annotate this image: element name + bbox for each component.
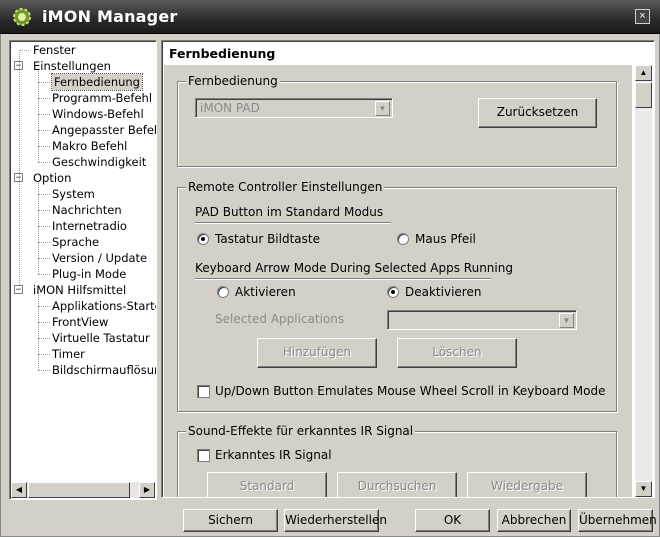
browse-button[interactable]: Durchsuchen (337, 472, 457, 497)
tree-connector (38, 71, 39, 162)
ir-signal-label[interactable]: Erkanntes IR Signal (215, 448, 332, 462)
tree-connector (38, 98, 50, 99)
add-button[interactable]: Hinzufügen (257, 338, 377, 368)
pad-section-divider (195, 222, 391, 223)
tree-connector (38, 338, 50, 339)
tree-connector (38, 258, 50, 259)
tree-connector (38, 295, 39, 370)
tree-item-fenster[interactable]: Fenster (33, 42, 76, 58)
tree-connector (38, 226, 50, 227)
radio-keyboard-label[interactable]: Tastatur Bildtaste (215, 232, 320, 246)
tree-content: Fenster Einstellungen − Fernbedienung Progra… (10, 41, 156, 483)
tree-collapse-icon[interactable]: − (14, 285, 23, 294)
tree-connector (38, 210, 50, 211)
tree-connector (38, 146, 50, 147)
tree-connector (38, 162, 50, 163)
tree-connector (38, 130, 50, 131)
delete-button[interactable]: Löschen (397, 338, 517, 368)
radio-mouse[interactable] (397, 233, 409, 245)
restore-button[interactable]: Wiederherstellen (284, 509, 387, 532)
imon-gear-icon (13, 8, 31, 26)
scroll-down-icon[interactable]: ▼ (635, 481, 652, 497)
save-button[interactable]: Sichern (183, 509, 278, 532)
radio-keyboard[interactable] (197, 233, 209, 245)
radio-disable[interactable] (387, 286, 399, 298)
tree-item-geschwindigkeit[interactable]: Geschwindigkeit (52, 154, 146, 170)
tree-item-imon-hilfsmittel[interactable]: iMON Hilfsmittel (33, 282, 126, 298)
scroll-left-icon[interactable]: ◀ (11, 482, 27, 498)
tree-item-sprache[interactable]: Sprache (52, 234, 99, 250)
tree-connector (38, 370, 50, 371)
radio-disable-label[interactable]: Deaktivieren (405, 285, 481, 299)
tree-connector (38, 194, 50, 195)
tree-connector (38, 82, 50, 83)
ir-signal-checkbox[interactable] (197, 449, 210, 462)
tree-item-frontview[interactable]: FrontView (52, 314, 108, 330)
tree-horizontal-scrollbar[interactable]: ◀ ▶ (11, 482, 155, 498)
group-controller-legend: Remote Controller Einstellungen (186, 180, 385, 194)
device-select[interactable]: iMON PAD ▼ (195, 98, 393, 118)
tree-item-version-update[interactable]: Version / Update (52, 250, 147, 266)
tree-connector (38, 322, 50, 323)
panel-vertical-scrollbar[interactable]: ▲ ▼ (635, 65, 652, 497)
tree-connector (38, 114, 50, 115)
tree-connector (19, 50, 20, 285)
tree-connector (19, 50, 29, 51)
device-select-value: iMON PAD (200, 101, 260, 115)
tree-item-internetradio[interactable]: Internetradio (52, 218, 127, 234)
window-title: iMON Manager (42, 7, 178, 26)
tree-item-nachrichten[interactable]: Nachrichten (52, 202, 122, 218)
tree-item-programm-befehl[interactable]: Programm-Befehl (52, 90, 152, 106)
close-button[interactable]: × (635, 9, 650, 24)
settings-panel: Fernbedienung Fernbedienung iMON PAD ▼ Z… (161, 40, 655, 498)
apply-button[interactable]: Übernehmen (578, 509, 657, 532)
panel-body: Fernbedienung iMON PAD ▼ Zurücksetzen Re… (164, 65, 632, 497)
tree-item-makro-befehl[interactable]: Makro Befehl (52, 138, 127, 154)
tree-item-plug-in-mode[interactable]: Plug-in Mode (52, 266, 126, 282)
scroll-up-icon[interactable]: ▲ (635, 65, 652, 81)
scroll-right-icon[interactable]: ▶ (139, 482, 155, 498)
radio-enable-label[interactable]: Aktivieren (235, 285, 296, 299)
chevron-down-icon[interactable]: ▼ (375, 101, 390, 116)
radio-mouse-label[interactable]: Maus Pfeil (415, 232, 476, 246)
tree-item-fernbedienung[interactable]: Fernbedienung (51, 73, 143, 91)
chevron-down-icon[interactable]: ▼ (559, 313, 574, 328)
wheel-scroll-checkbox[interactable] (197, 385, 210, 398)
reset-button[interactable]: Zurücksetzen (478, 98, 597, 128)
panel-title: Fernbedienung (164, 43, 652, 65)
play-button[interactable]: Wiedergabe (467, 472, 587, 497)
tree-item-timer[interactable]: Timer (52, 346, 85, 362)
ok-button[interactable]: OK (415, 509, 490, 532)
tree-connector (38, 183, 39, 274)
tree-item-system[interactable]: System (52, 186, 95, 202)
selected-apps-label: Selected Applications (215, 312, 345, 326)
scroll-thumb[interactable] (635, 82, 652, 108)
scroll-thumb[interactable] (28, 482, 130, 498)
tree-item-virtuelle-tastatur[interactable]: Virtuelle Tastatur (52, 330, 150, 346)
tree-connector (38, 354, 50, 355)
tree-connector (38, 306, 50, 307)
group-sound-legend: Sound-Effekte für erkanntes IR Signal (186, 424, 416, 438)
wheel-scroll-label[interactable]: Up/Down Button Emulates Mouse Wheel Scro… (215, 384, 606, 398)
tree-item-windows-befehl[interactable]: Windows-Befehl (52, 106, 144, 122)
group-controller: Remote Controller Einstellungen (177, 180, 617, 412)
pad-section-label: PAD Button im Standard Modus (195, 205, 384, 219)
tree-item-applikations-starter[interactable]: Applikations-Starter (52, 298, 156, 314)
tree-connector (38, 242, 50, 243)
arrow-section-label: Keyboard Arrow Mode During Selected Apps… (195, 261, 513, 275)
tree-connector (38, 274, 50, 275)
tree-item-angepasster-befehl[interactable]: Angepasster Befehl (52, 122, 156, 138)
title-bar[interactable]: iMON Manager × (0, 0, 660, 34)
navigation-tree[interactable]: Fenster Einstellungen − Fernbedienung Progra… (9, 40, 157, 500)
cancel-button[interactable]: Abbrechen (497, 509, 571, 532)
tree-item-einstellungen[interactable]: Einstellungen (33, 58, 111, 74)
radio-enable[interactable] (217, 286, 229, 298)
selected-apps-select[interactable]: ▼ (387, 310, 577, 330)
arrow-section-divider (195, 278, 491, 279)
standard-button[interactable]: Standard (207, 472, 327, 497)
tree-item-bildschirmauflösung[interactable]: Bildschirmauflösung (52, 362, 156, 378)
group-remote-legend: Fernbedienung (186, 74, 280, 88)
